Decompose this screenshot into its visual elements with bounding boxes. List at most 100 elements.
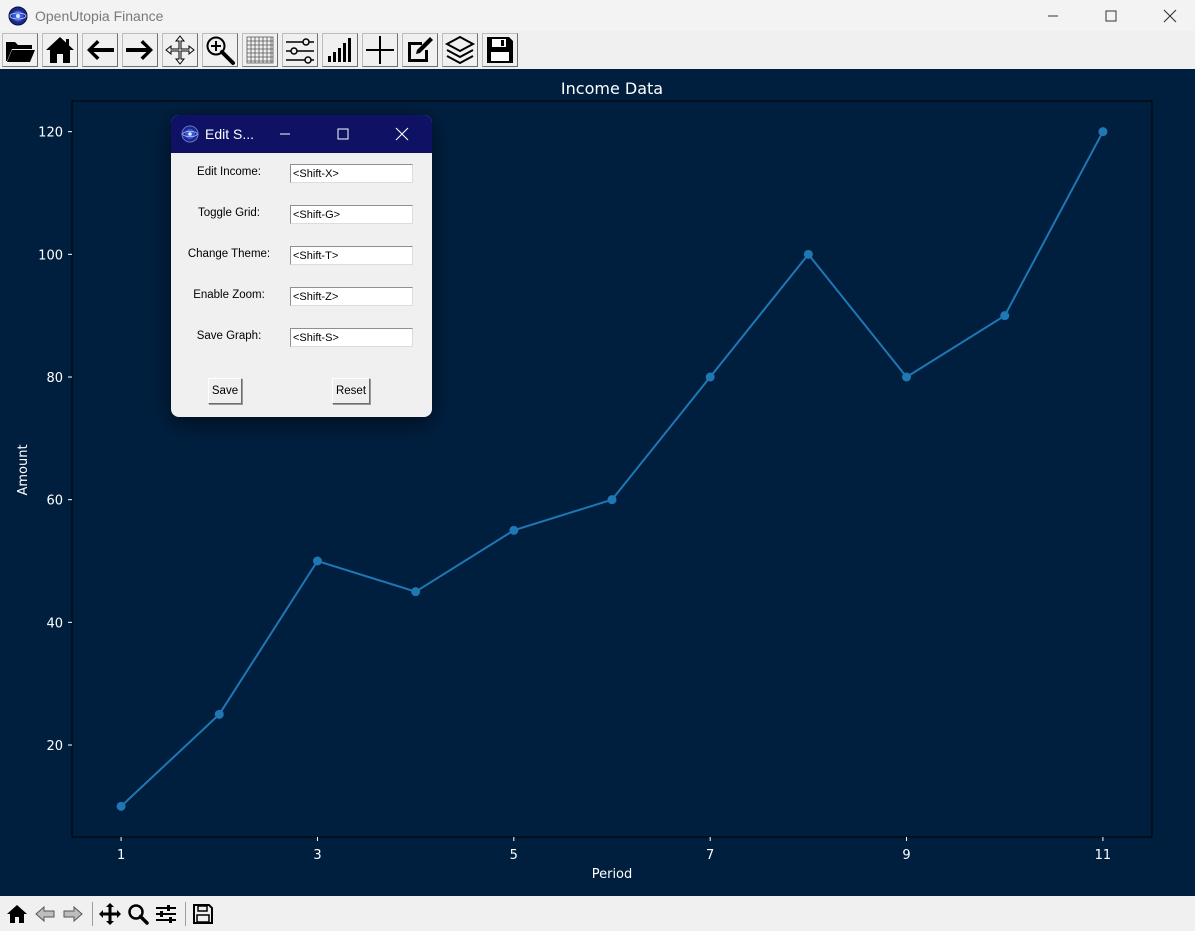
shortcut-row-edit-income: Edit Income: [171, 164, 432, 184]
back-arrow-icon [87, 40, 114, 60]
pan-move-icon [165, 35, 195, 65]
window-title: OpenUtopia Finance [35, 7, 164, 24]
pan-button[interactable] [162, 33, 198, 67]
pan-icon [99, 902, 121, 925]
home-button[interactable] [42, 33, 78, 67]
maximize-icon [337, 128, 349, 140]
data-point [607, 495, 617, 505]
x-tick-label: 1 [117, 848, 125, 863]
x-axis: 1 3 5 7 9 11 [117, 837, 1111, 863]
bar-chart-button[interactable] [322, 33, 358, 67]
crosshair-button[interactable] [362, 33, 398, 67]
maximize-icon [1105, 10, 1117, 21]
edit-button[interactable] [402, 33, 438, 67]
zoom-icon [128, 903, 149, 925]
home-icon [46, 37, 74, 63]
nav-home-button[interactable] [4, 901, 30, 927]
y-axis: 20 40 60 80 100 120 [38, 126, 72, 754]
nav-save-button[interactable] [190, 901, 216, 927]
shortcut-row-toggle-grid: Toggle Grid: [171, 205, 432, 225]
data-point [1098, 127, 1108, 137]
data-point [509, 525, 519, 535]
enable-zoom-shortcut-input[interactable] [290, 287, 413, 306]
settings-button[interactable] [282, 33, 318, 67]
shortcut-label: Save Graph: [196, 330, 262, 342]
toolbar-separator [185, 901, 186, 926]
dialog-title: Edit S... [205, 126, 255, 142]
save-floppy-icon [487, 37, 513, 63]
data-point [312, 556, 322, 566]
close-icon [1163, 9, 1177, 22]
back-button[interactable] [82, 33, 118, 67]
save-button[interactable] [482, 33, 518, 67]
grid-button[interactable] [242, 33, 278, 67]
data-point [902, 372, 912, 382]
back-icon [35, 905, 55, 922]
zoom-icon [206, 36, 235, 65]
shortcut-label: Edit Income: [197, 166, 261, 178]
x-axis-label: Period [592, 867, 633, 882]
navigation-toolbar [0, 896, 1195, 931]
dialog-reset-button[interactable]: Reset [332, 378, 370, 404]
settings-sliders-icon [286, 38, 314, 64]
minimize-button[interactable] [1030, 0, 1076, 31]
chart-title: Income Data [561, 79, 663, 98]
save-icon [193, 903, 213, 924]
globe-logo-icon [8, 6, 28, 25]
configure-subplots-icon [156, 904, 176, 923]
change-theme-shortcut-input[interactable] [290, 246, 413, 265]
open-button[interactable] [2, 33, 38, 67]
x-tick-label: 9 [902, 848, 910, 863]
minimize-icon [280, 133, 290, 135]
toolbar-separator [92, 901, 93, 926]
edit-pencil-icon [408, 37, 433, 62]
globe-logo-icon [181, 125, 199, 143]
nav-forward-button[interactable] [60, 901, 86, 927]
shortcut-label: Change Theme: [187, 248, 271, 260]
y-tick-label: 60 [46, 494, 63, 509]
data-point [411, 587, 421, 597]
maximize-button[interactable] [1088, 0, 1134, 31]
toggle-grid-shortcut-input[interactable] [290, 205, 413, 224]
y-tick-label: 80 [46, 371, 63, 386]
y-axis-label: Amount [16, 444, 31, 495]
data-point [705, 372, 715, 382]
y-tick-label: 100 [38, 248, 63, 263]
nav-back-button[interactable] [32, 901, 58, 927]
forward-button[interactable] [122, 33, 158, 67]
bar-signal-icon [328, 38, 351, 62]
layers-button[interactable] [442, 33, 478, 67]
nav-pan-button[interactable] [97, 901, 123, 927]
dialog-save-button[interactable]: Save [208, 378, 242, 404]
close-icon [395, 127, 409, 141]
nav-zoom-button[interactable] [125, 901, 151, 927]
dialog-close-button[interactable] [382, 115, 422, 153]
main-toolbar [0, 31, 1195, 69]
y-tick-label: 20 [46, 739, 63, 754]
edit-income-shortcut-input[interactable] [290, 164, 413, 183]
dialog-titlebar[interactable]: Edit S... [171, 115, 432, 153]
grid-icon [246, 36, 274, 64]
home-icon [7, 904, 27, 923]
shortcut-label: Toggle Grid: [197, 207, 260, 219]
nav-configure-button[interactable] [153, 901, 179, 927]
data-point [214, 709, 224, 719]
crosshair-plus-icon [366, 36, 394, 64]
shortcut-row-change-theme: Change Theme: [171, 246, 432, 266]
close-button[interactable] [1147, 0, 1193, 31]
save-graph-shortcut-input[interactable] [290, 328, 413, 347]
dialog-maximize-button[interactable] [323, 115, 363, 153]
data-point [116, 801, 126, 811]
x-tick-label: 3 [313, 848, 321, 863]
edit-shortcuts-dialog: Edit S... Edit Income: Toggle Grid: Chan… [171, 115, 432, 417]
x-tick-label: 7 [706, 848, 714, 863]
minimize-icon [1048, 15, 1058, 16]
layers-icon [444, 35, 476, 65]
data-point [1000, 311, 1010, 321]
zoom-button[interactable] [202, 33, 238, 67]
x-tick-label: 5 [510, 848, 518, 863]
open-folder-icon [6, 42, 35, 62]
shortcut-row-save-graph: Save Graph: [171, 328, 432, 348]
dialog-minimize-button[interactable] [265, 115, 305, 153]
window-titlebar: OpenUtopia Finance [0, 0, 1195, 31]
